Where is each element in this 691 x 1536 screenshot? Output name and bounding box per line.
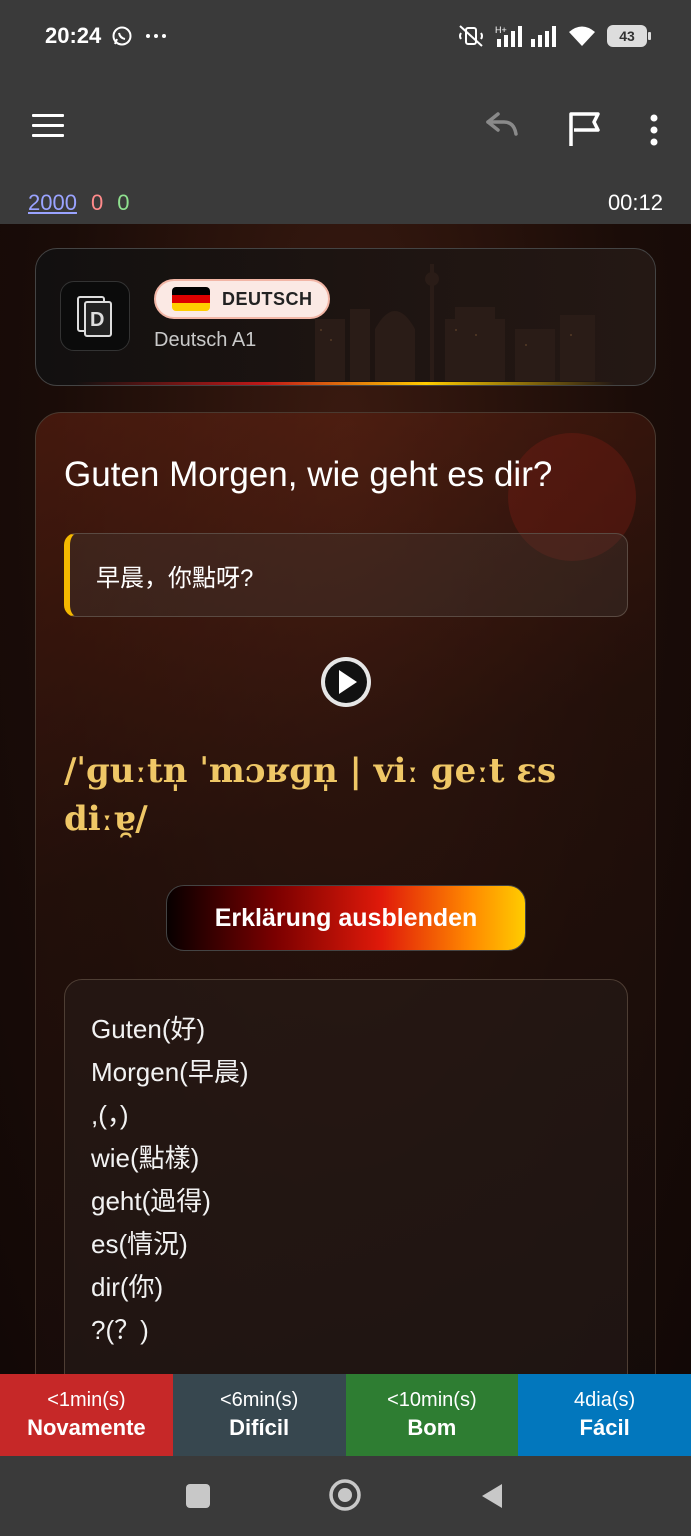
- svg-text:H+: H+: [495, 25, 507, 35]
- app-toolbar: [0, 72, 691, 182]
- app-logo: D: [60, 281, 130, 351]
- more-vert-icon[interactable]: [642, 110, 666, 150]
- city-skyline-image: [315, 264, 595, 381]
- whatsapp-icon: [112, 26, 132, 46]
- undo-icon[interactable]: [480, 108, 520, 148]
- explanation-line: dir(你): [91, 1272, 164, 1302]
- mute-icon: [459, 25, 483, 47]
- play-icon: [325, 661, 367, 703]
- explanation-line: Guten(好): [91, 1014, 206, 1044]
- svg-text:D: D: [90, 309, 104, 331]
- hard-label: Difícil: [229, 1415, 290, 1440]
- wifi-icon: [569, 26, 595, 46]
- good-interval: <10min(s): [387, 1389, 477, 1411]
- germany-flag-icon: [172, 287, 210, 311]
- answer-buttons: <1min(s) Novamente <6min(s) Difícil <10m…: [0, 1374, 691, 1456]
- hide-explanation-button[interactable]: Erklärung ausblenden: [166, 885, 526, 951]
- easy-label: Fácil: [579, 1415, 630, 1440]
- new-count[interactable]: 2000: [28, 190, 77, 216]
- good-label: Bom: [407, 1415, 457, 1440]
- status-bar: 20:24 H+ 43: [0, 0, 691, 72]
- hard-interval: <6min(s): [219, 1389, 299, 1411]
- explanation-line: es(情況): [91, 1229, 188, 1259]
- menu-icon[interactable]: [32, 114, 64, 140]
- review-count: 0: [117, 190, 130, 215]
- ipa-pronunciation: /ˈɡuːtn̩ ˈmɔʁɡn̩ | viː ɡeːt ɛs diːɐ̯/: [64, 751, 557, 839]
- again-button[interactable]: <1min(s) Novamente: [0, 1374, 173, 1456]
- explanation-line: Morgen(早晨): [91, 1057, 249, 1087]
- battery-level: 43: [619, 28, 635, 44]
- back-button[interactable]: [480, 1482, 504, 1510]
- explanation-line: wie(點樣): [91, 1143, 200, 1173]
- easy-interval: 4dia(s): [574, 1389, 636, 1411]
- hard-button[interactable]: <6min(s) Difícil: [172, 1374, 346, 1456]
- status-time: 20:24: [45, 23, 102, 48]
- timer: 00:12: [607, 190, 663, 215]
- deck-name: Deutsch A1: [154, 329, 257, 351]
- translation-text: 早晨，你點呀?: [96, 564, 254, 592]
- explanation-line: ?(？): [91, 1315, 149, 1345]
- again-interval: <1min(s): [47, 1389, 126, 1411]
- good-button[interactable]: <10min(s) Bom: [345, 1374, 519, 1456]
- language-badge: DEUTSCH: [154, 279, 330, 319]
- explanation-line: geht(過得): [91, 1186, 211, 1216]
- counter-bar: 2000 0 0 00:12: [0, 182, 691, 224]
- card-front-text: Guten Morgen, wie geht es dir?: [64, 455, 553, 494]
- again-label: Novamente: [27, 1415, 146, 1440]
- translation-box: 早晨，你點呀?: [64, 533, 628, 617]
- flashcard: Guten Morgen, wie geht es dir? 早晨，你點呀? /…: [35, 412, 656, 1374]
- explanation-line: ,(，): [91, 1100, 129, 1130]
- easy-button[interactable]: 4dia(s) Fácil: [518, 1374, 691, 1456]
- header-accent-line: [76, 382, 615, 385]
- system-nav-bar: [0, 1456, 691, 1536]
- flag-icon[interactable]: [564, 108, 604, 148]
- battery-icon: 43: [607, 25, 651, 47]
- play-audio-button[interactable]: [321, 657, 371, 707]
- deck-header: D DEUTSCH Deutsch A1: [35, 248, 656, 386]
- more-dots-icon: [146, 34, 167, 38]
- recent-apps-button[interactable]: [186, 1484, 210, 1508]
- card-area: D DEUTSCH Deutsch A1 Guten Morgen, wie g…: [0, 224, 691, 1374]
- home-button[interactable]: [328, 1478, 362, 1512]
- signal-icon: H+: [495, 25, 556, 47]
- language-label: DEUTSCH: [222, 288, 313, 309]
- learning-count: 0: [90, 190, 104, 215]
- explanation-box: Guten(好) Morgen(早晨) ,(，) wie(點樣) geht(過得…: [64, 979, 628, 1374]
